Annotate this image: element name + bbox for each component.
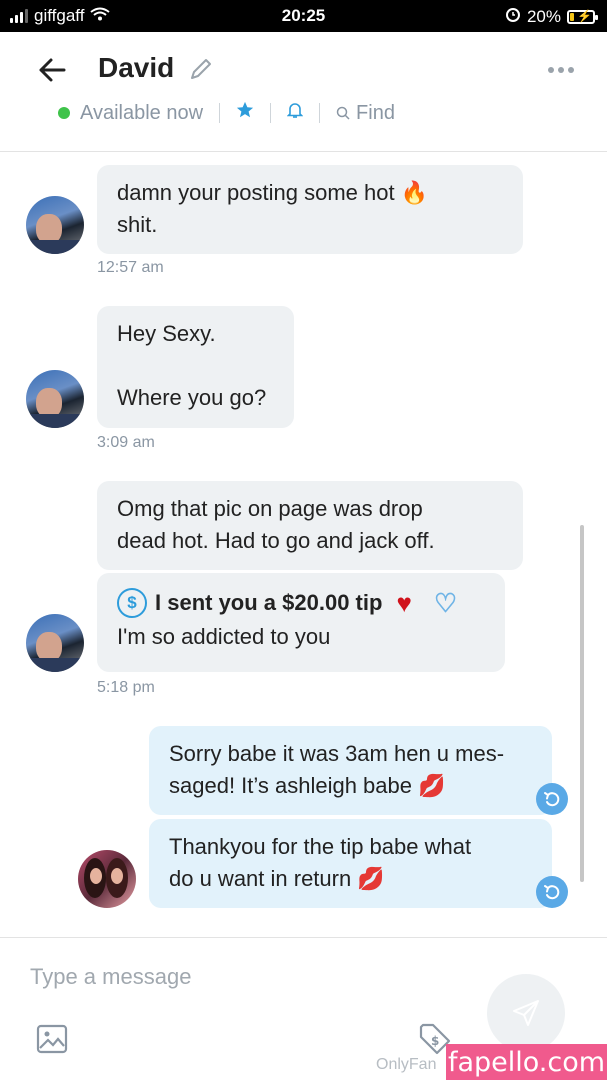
message-time: 12:57 am (97, 259, 164, 276)
alarm-icon (505, 6, 521, 27)
undo-icon (544, 792, 560, 807)
scrollbar[interactable] (580, 525, 584, 882)
message-bubble[interactable]: Thankyou for the tip babe what do u want… (149, 819, 552, 908)
watermark: fapello.com (446, 1044, 607, 1080)
divider (270, 103, 272, 123)
message-text: do u want in return 💋 (169, 866, 385, 891)
message-bubble[interactable]: Omg that pic on page was drop dead hot. … (97, 481, 523, 570)
message-text: Omg that pic on page was drop (117, 496, 423, 521)
send-button[interactable] (487, 974, 565, 1052)
svg-text:$: $ (431, 1034, 439, 1048)
avatar[interactable] (26, 370, 84, 428)
message-bubble[interactable]: Sorry babe it was 3am hen u mes- saged! … (149, 726, 552, 815)
find-label: Find (356, 101, 395, 124)
message-bubble[interactable]: damn your posting some hot 🔥 shit. (97, 165, 523, 254)
blue-heart-icon: ♡ (433, 588, 458, 618)
status-bar: giffgaff 20:25 20% ⚡ (0, 0, 607, 32)
tip-message-bubble[interactable]: $ I sent you a $20.00 tip ♥ ♡ I'm so add… (97, 573, 505, 672)
message-text: damn your posting some hot 🔥 (117, 180, 429, 205)
contact-name[interactable]: David (98, 52, 174, 84)
chat-header: David Available now Find (0, 32, 607, 152)
battery-icon: ⚡ (567, 8, 598, 24)
divider (219, 103, 221, 123)
message-bubble[interactable]: Hey Sexy. Where you go? (97, 306, 294, 428)
undo-button[interactable] (536, 876, 568, 908)
avatar[interactable] (26, 614, 84, 672)
tip-line: $ I sent you a $20.00 tip ♥ ♡ (117, 587, 485, 619)
battery-percent: 20% (526, 6, 561, 26)
message-text: I'm so addicted to you (117, 624, 331, 649)
star-icon[interactable] (236, 101, 254, 125)
message-text: saged! It’s ashleigh babe 💋 (169, 773, 446, 798)
brand-label: OnlyFan (376, 1056, 437, 1073)
message-text (117, 350, 274, 382)
tip-text: I sent you a $20.00 tip (155, 590, 383, 615)
message-input[interactable] (30, 964, 450, 990)
dollar-coin-icon: $ (117, 588, 147, 618)
charging-icon: ⚡ (577, 8, 592, 23)
online-indicator (58, 107, 70, 119)
back-button[interactable] (34, 52, 70, 88)
battery-fill (570, 12, 574, 21)
more-dots-icon[interactable] (547, 60, 575, 80)
bell-icon[interactable] (286, 101, 304, 125)
message-time: 3:09 am (97, 434, 155, 451)
message-text: dead hot. Had to go and jack off. (117, 528, 435, 553)
composer: $ OnlyFan fapello.com (0, 937, 607, 1080)
image-icon[interactable] (36, 1024, 68, 1054)
message-text: Where you go? (117, 385, 267, 410)
divider (319, 103, 321, 123)
message-list[interactable]: damn your posting some hot 🔥 shit. 12:57… (0, 152, 607, 937)
find-button[interactable]: Find (336, 102, 395, 125)
message-text: Thankyou for the tip babe what (169, 834, 472, 859)
availability-status: Available now (80, 101, 204, 124)
send-icon (513, 1000, 539, 1026)
message-text: Hey Sexy. (117, 321, 216, 346)
search-icon (336, 106, 350, 120)
message-text: shit. (117, 212, 158, 237)
arrow-left-icon (39, 58, 66, 82)
undo-button[interactable] (536, 783, 568, 815)
avatar[interactable] (78, 850, 136, 908)
message-time: 5:18 pm (97, 679, 155, 696)
undo-icon (544, 885, 560, 900)
avatar[interactable] (26, 196, 84, 254)
battery-group: 20% ⚡ (505, 6, 598, 27)
red-heart-icon: ♥ (396, 588, 412, 618)
pencil-icon[interactable] (188, 56, 214, 82)
message-text: Sorry babe it was 3am hen u mes- (169, 741, 505, 766)
chat-subbar: Available now Find (58, 100, 395, 126)
